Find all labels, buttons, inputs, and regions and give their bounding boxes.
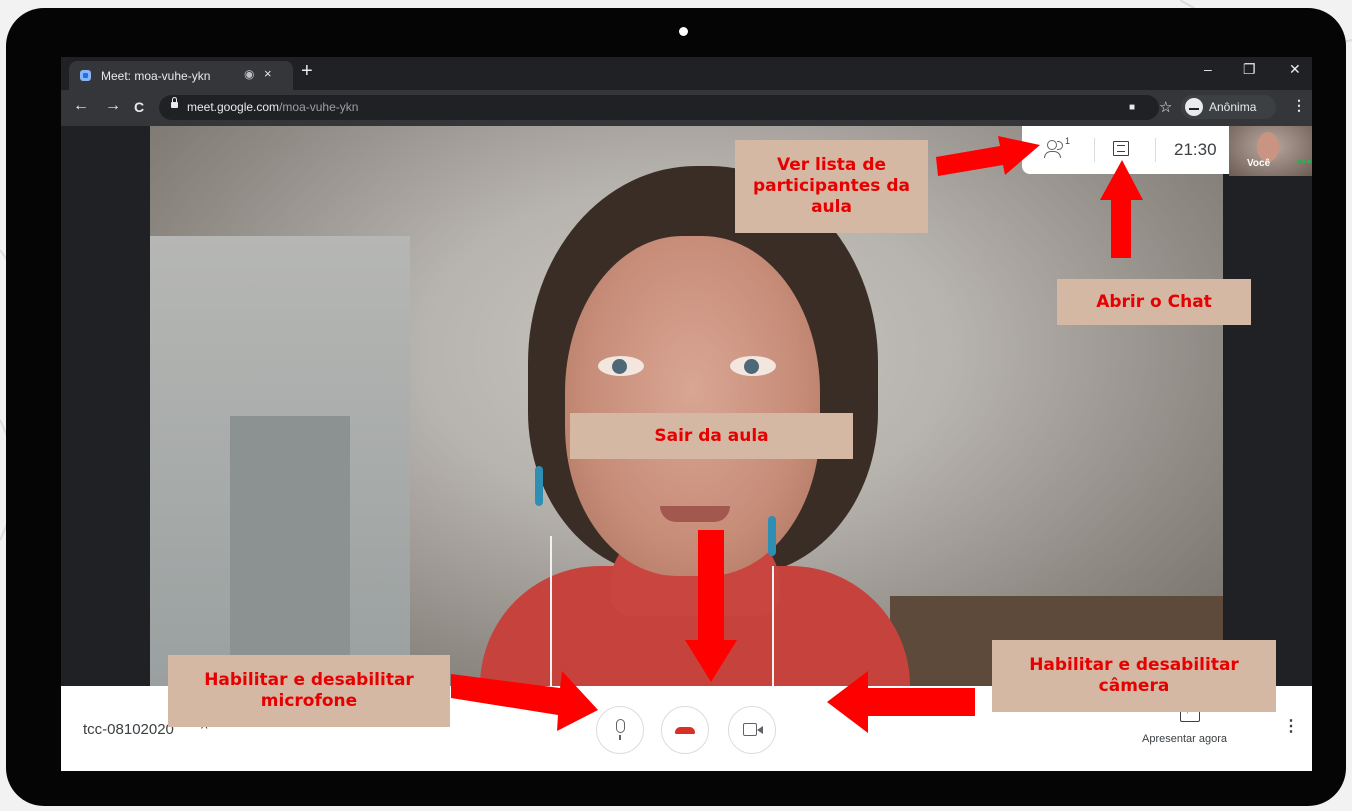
restore-button[interactable]: ❐ xyxy=(1243,61,1256,78)
participant-count: 1 xyxy=(1065,136,1071,146)
browser-menu-icon[interactable]: ⋮ xyxy=(1292,97,1306,114)
self-view-label: Você xyxy=(1247,158,1271,169)
annotation-participants: Ver lista de participantes da aula xyxy=(735,140,928,233)
reload-button[interactable]: C xyxy=(134,99,144,115)
self-view-tile[interactable]: Você ••• xyxy=(1229,126,1312,176)
annotation-mic: Habilitar e desabilitar microfone xyxy=(168,655,450,727)
tab-bar: Meet: moa-vuhe-ykn ◉ × + – ❐ ✕ xyxy=(61,57,1312,90)
new-tab-button[interactable]: + xyxy=(301,60,313,83)
top-right-panel: 1 21:30 xyxy=(1022,126,1229,174)
bookmark-star-icon[interactable]: ☆ xyxy=(1159,98,1172,116)
video-door xyxy=(230,416,350,686)
annotation-camera: Habilitar e desabilitar câmera xyxy=(992,640,1276,712)
incognito-icon xyxy=(1185,98,1203,116)
url-text: meet.google.com/moa-vuhe-ykn xyxy=(187,100,359,114)
microphone-button[interactable] xyxy=(596,706,644,754)
address-bar-row: ← → C meet.google.com/moa-vuhe-ykn ■ ☆ A… xyxy=(61,90,1312,126)
clock-time: 21:30 xyxy=(1174,140,1217,159)
back-button[interactable]: ← xyxy=(73,97,89,115)
address-bar[interactable]: meet.google.com/moa-vuhe-ykn ■ xyxy=(159,95,1159,120)
more-options-icon[interactable]: ⋮ xyxy=(1283,716,1299,736)
camera-in-use-icon[interactable]: ■ xyxy=(1129,102,1135,113)
camera-icon xyxy=(743,723,763,736)
tablet-camera-dot xyxy=(679,27,688,36)
camera-button[interactable] xyxy=(728,706,776,754)
video-earring-left xyxy=(535,466,543,506)
minimize-button[interactable]: – xyxy=(1204,61,1212,77)
video-mouth xyxy=(660,506,730,522)
video-eye-left xyxy=(598,356,644,376)
tab-meet[interactable]: Meet: moa-vuhe-ykn ◉ × xyxy=(69,61,293,90)
hang-up-icon xyxy=(675,727,695,734)
lock-icon xyxy=(171,97,178,108)
forward-button[interactable]: → xyxy=(105,97,121,115)
self-view-more-icon[interactable]: ••• xyxy=(1297,153,1312,169)
panel-divider xyxy=(1155,138,1156,162)
present-now-label[interactable]: Apresentar agora xyxy=(1142,733,1227,745)
video-eye-right xyxy=(730,356,776,376)
microphone-icon xyxy=(616,719,625,740)
profile-label: Anônima xyxy=(1209,100,1257,114)
video-cable-left xyxy=(550,536,552,686)
main-video-feed xyxy=(150,126,1223,686)
annotation-chat: Abrir o Chat xyxy=(1057,279,1251,325)
close-window-button[interactable]: ✕ xyxy=(1289,61,1301,78)
video-earring-right xyxy=(768,516,776,556)
hang-up-button[interactable] xyxy=(661,706,709,754)
meeting-code[interactable]: tcc-08102020 xyxy=(83,721,174,738)
video-cable-right xyxy=(772,566,774,686)
annotation-leave: Sair da aula xyxy=(570,413,853,459)
recording-icon: ◉ xyxy=(244,67,255,81)
chat-icon[interactable] xyxy=(1113,141,1129,156)
panel-divider xyxy=(1094,138,1095,162)
video-face xyxy=(565,236,820,576)
tab-title: Meet: moa-vuhe-ykn xyxy=(101,69,211,83)
incognito-profile-button[interactable]: Anônima xyxy=(1181,95,1276,119)
meet-favicon-icon xyxy=(80,70,91,81)
tab-close-icon[interactable]: × xyxy=(264,66,272,81)
